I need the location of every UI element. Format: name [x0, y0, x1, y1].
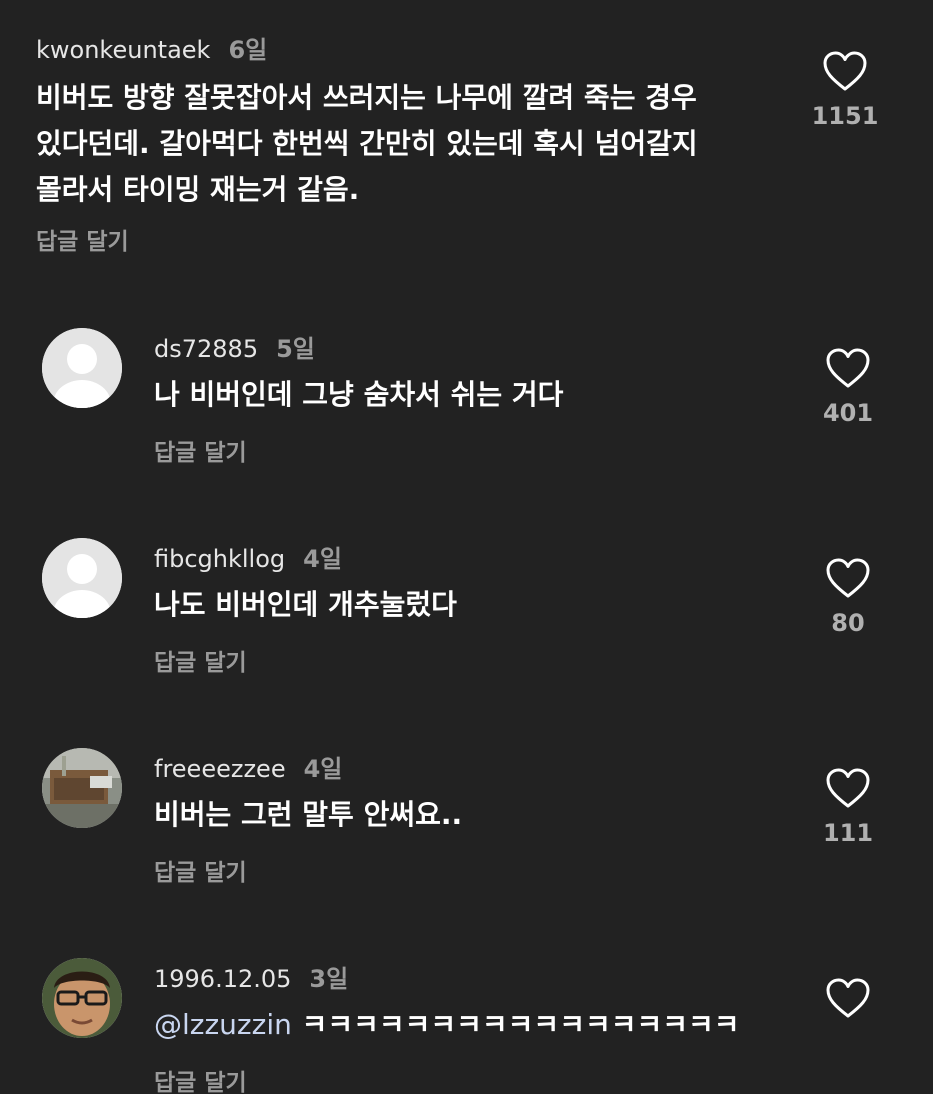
like-count: 1151	[811, 102, 879, 130]
username[interactable]: freeeezzee	[154, 755, 286, 783]
comment-meta: 1996.12.05 3일	[154, 959, 348, 994]
avatar[interactable]	[42, 958, 122, 1038]
comment-text-content: ㅋㅋㅋㅋㅋㅋㅋㅋㅋㅋㅋㅋㅋㅋㅋㅋㅋ	[301, 1008, 740, 1041]
heart-icon	[823, 51, 867, 91]
comment-meta: fibcghkllog 4일	[154, 539, 342, 574]
comment-text-line: @lzzuzzin ㅋㅋㅋㅋㅋㅋㅋㅋㅋㅋㅋㅋㅋㅋㅋㅋㅋ	[154, 1002, 740, 1048]
username[interactable]: fibcghkllog	[154, 545, 285, 573]
like-count: 111	[822, 819, 874, 847]
mention-link[interactable]: @lzzuzzin	[154, 1008, 292, 1041]
timestamp: 6일	[228, 36, 268, 64]
avatar[interactable]	[42, 748, 122, 828]
timestamp: 5일	[276, 335, 315, 363]
reply-button[interactable]: 답글 달기	[154, 1063, 247, 1094]
timestamp: 3일	[309, 965, 349, 993]
comment-text: 비버는 그런 말투 안써요..	[154, 792, 462, 838]
comment-text-line: 있다던데. 갈아먹다 한번씩 간만히 있는데 혹시 넘어갈지	[36, 127, 698, 160]
comment-meta: kwonkeuntaek 6일	[36, 30, 267, 65]
timestamp: 4일	[303, 545, 342, 573]
like-button[interactable]: 111	[803, 767, 893, 847]
comments-screen: kwonkeuntaek 6일 비버도 방향 잘못잡아서 쓰러지는 나무에 깔려…	[0, 0, 933, 1094]
comment-meta: ds72885 5일	[154, 329, 315, 364]
comment-text-line: 비버는 그런 말투 안써요..	[154, 798, 463, 831]
timestamp: 4일	[303, 755, 343, 783]
reply-button[interactable]: 답글 달기	[36, 222, 129, 256]
comment-text: 나도 비버인데 개추눌렀다	[154, 582, 457, 628]
comment-meta: freeeezzee 4일	[154, 749, 342, 784]
comment-text-line: 몰라서 타이밍 재는거 같음.	[36, 173, 360, 206]
comment-text-line: 비버도 방향 잘못잡아서 쓰러지는 나무에 깔려 죽는 경우	[36, 81, 697, 114]
comment-text: 나 비버인데 그냥 숨차서 쉬는 거다	[154, 372, 563, 418]
comment-text: 비버도 방향 잘못잡아서 쓰러지는 나무에 깔려 죽는 경우 있다던데. 갈아먹…	[36, 75, 698, 213]
heart-icon	[826, 978, 870, 1018]
person-silhouette-icon	[42, 538, 122, 618]
comment-text: @lzzuzzin ㅋㅋㅋㅋㅋㅋㅋㅋㅋㅋㅋㅋㅋㅋㅋㅋㅋ	[154, 1002, 740, 1048]
like-count: 401	[822, 399, 874, 427]
person-silhouette-icon	[42, 328, 122, 408]
username[interactable]: kwonkeuntaek	[36, 36, 210, 64]
heart-icon	[826, 348, 870, 388]
avatar[interactable]	[42, 328, 122, 408]
reply-button[interactable]: 답글 달기	[154, 853, 247, 887]
avatar[interactable]	[42, 538, 122, 618]
like-button[interactable]: 401	[803, 347, 893, 427]
reply-button[interactable]: 답글 달기	[154, 433, 247, 467]
comment-text-line: 나도 비버인데 개추눌렀다	[154, 588, 457, 621]
comment-text-line: 나 비버인데 그냥 숨차서 쉬는 거다	[154, 378, 564, 411]
heart-icon	[826, 768, 870, 808]
like-button[interactable]: 1151	[800, 50, 890, 130]
photo-avatar-icon	[42, 748, 122, 828]
username[interactable]: ds72885	[154, 335, 258, 363]
like-count: 80	[831, 609, 865, 637]
photo-avatar-icon	[42, 958, 122, 1038]
heart-icon	[826, 558, 870, 598]
reply-button[interactable]: 답글 달기	[154, 643, 247, 677]
like-button[interactable]: 80	[803, 557, 893, 637]
like-button[interactable]	[803, 977, 893, 1029]
username[interactable]: 1996.12.05	[154, 965, 291, 993]
